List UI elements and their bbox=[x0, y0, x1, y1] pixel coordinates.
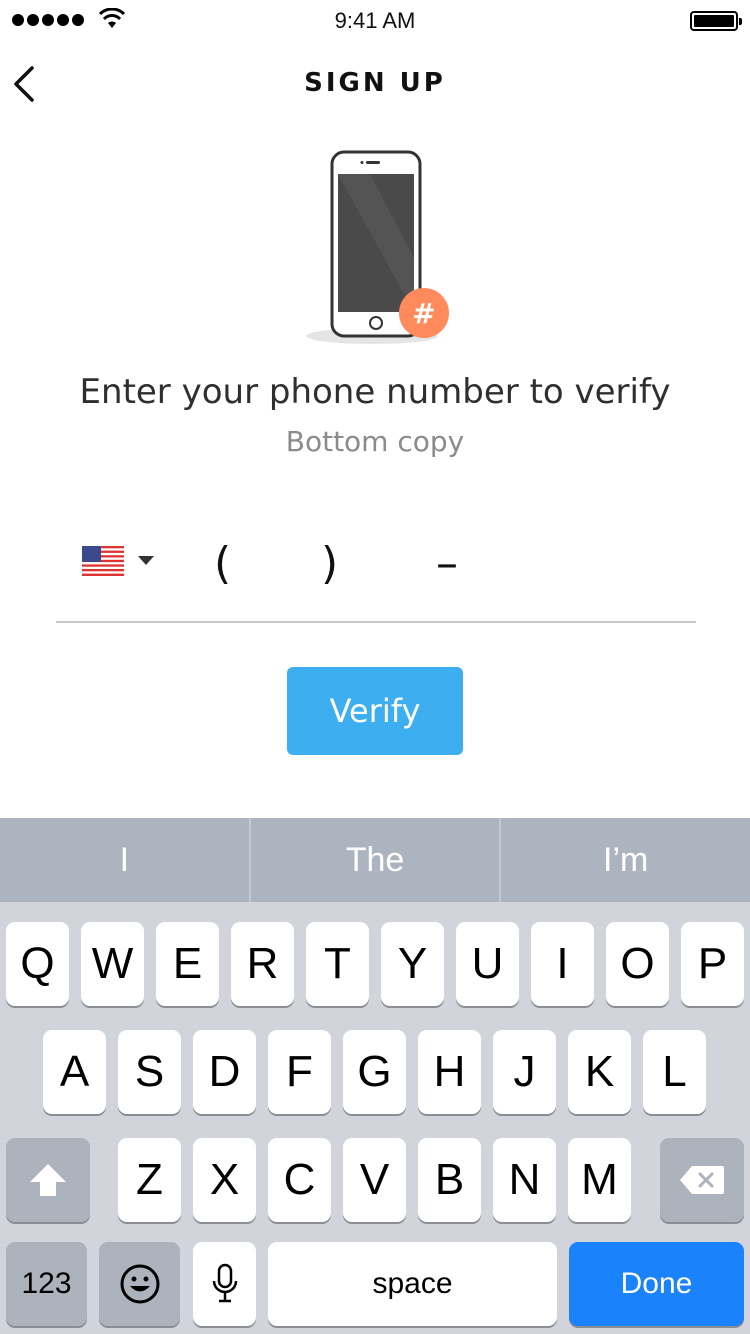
key-d[interactable]: D bbox=[193, 1030, 256, 1114]
us-flag-icon bbox=[82, 546, 124, 576]
suggestion-item[interactable]: I bbox=[0, 818, 249, 902]
key-q[interactable]: Q bbox=[6, 922, 69, 1006]
emoji-key[interactable] bbox=[99, 1242, 180, 1326]
microphone-icon bbox=[212, 1263, 237, 1303]
key-r[interactable]: R bbox=[231, 922, 294, 1006]
key-h[interactable]: H bbox=[418, 1030, 481, 1114]
phone-number-row: ( ) – bbox=[56, 530, 696, 623]
key-k[interactable]: K bbox=[568, 1030, 631, 1114]
key-y[interactable]: Y bbox=[381, 922, 444, 1006]
area-code-open-paren: ( bbox=[214, 538, 232, 589]
key-e[interactable]: E bbox=[156, 922, 219, 1006]
phone-number-input[interactable]: ( ) – bbox=[196, 536, 616, 596]
keyboard: I The I’m Q W E R T Y U I O P A S D F G … bbox=[0, 818, 750, 1334]
verify-button[interactable]: Verify bbox=[287, 667, 463, 755]
delete-key[interactable] bbox=[660, 1138, 744, 1222]
dictation-key[interactable] bbox=[193, 1242, 256, 1326]
space-key[interactable]: space bbox=[268, 1242, 557, 1326]
key-z[interactable]: Z bbox=[118, 1138, 181, 1222]
key-v[interactable]: V bbox=[343, 1138, 406, 1222]
key-j[interactable]: J bbox=[493, 1030, 556, 1114]
key-c[interactable]: C bbox=[268, 1138, 331, 1222]
suggestion-item[interactable]: The bbox=[248, 818, 500, 902]
suggestion-item[interactable]: I’m bbox=[499, 818, 750, 902]
key-t[interactable]: T bbox=[306, 922, 369, 1006]
key-p[interactable]: P bbox=[681, 922, 744, 1006]
key-a[interactable]: A bbox=[43, 1030, 106, 1114]
headline: Enter your phone number to verify bbox=[79, 372, 671, 412]
key-u[interactable]: U bbox=[456, 922, 519, 1006]
key-o[interactable]: O bbox=[606, 922, 669, 1006]
key-f[interactable]: F bbox=[268, 1030, 331, 1114]
shift-key[interactable] bbox=[6, 1138, 90, 1222]
key-n[interactable]: N bbox=[493, 1138, 556, 1222]
subcopy: Bottom copy bbox=[285, 425, 465, 458]
key-l[interactable]: L bbox=[643, 1030, 706, 1114]
battery-icon bbox=[690, 11, 742, 31]
chevron-down-icon bbox=[138, 556, 154, 565]
key-i[interactable]: I bbox=[531, 922, 594, 1006]
suggestion-bar: I The I’m bbox=[0, 818, 750, 902]
backspace-icon bbox=[680, 1166, 724, 1194]
status-bar: 9:41 AM bbox=[0, 0, 750, 40]
phone-illustration: # bbox=[306, 150, 449, 344]
emoji-icon bbox=[120, 1264, 159, 1304]
country-selector[interactable] bbox=[82, 544, 162, 580]
status-time: 9:41 AM bbox=[334, 8, 416, 33]
shift-icon bbox=[30, 1164, 66, 1196]
key-s[interactable]: S bbox=[118, 1030, 181, 1114]
page-title: SIGN UP bbox=[304, 68, 446, 98]
hash-badge-label: # bbox=[412, 297, 435, 330]
done-key[interactable]: Done bbox=[569, 1242, 744, 1326]
key-b[interactable]: B bbox=[418, 1138, 481, 1222]
key-x[interactable]: X bbox=[193, 1138, 256, 1222]
key-m[interactable]: M bbox=[568, 1138, 631, 1222]
number-separator: – bbox=[436, 538, 458, 589]
key-g[interactable]: G bbox=[343, 1030, 406, 1114]
area-code-close-paren: ) bbox=[321, 538, 339, 589]
numbers-key[interactable]: 123 bbox=[6, 1242, 87, 1326]
key-w[interactable]: W bbox=[81, 922, 144, 1006]
